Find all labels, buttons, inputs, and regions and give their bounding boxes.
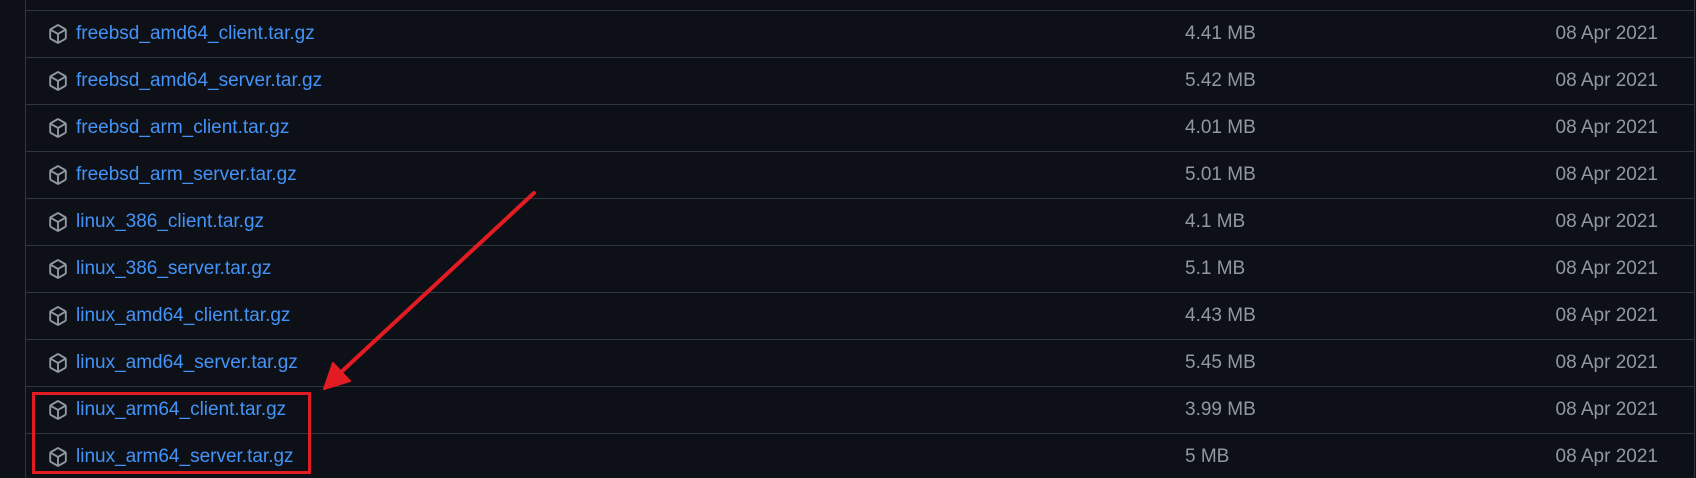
asset-size: 5.1 MB [1185,258,1246,279]
asset-row: freebsd_amd64_client.tar.gz 4.41 MB 08 A… [26,10,1695,57]
package-icon [49,353,67,373]
asset-size: 5 MB [1185,446,1230,467]
asset-size: 3.99 MB [1185,399,1256,420]
asset-row: freebsd_arm_client.tar.gz 4.01 MB 08 Apr… [26,104,1695,151]
package-icon [49,118,67,138]
asset-download-link[interactable]: linux_amd64_server.tar.gz [76,352,298,374]
asset-row: linux_amd64_server.tar.gz 5.45 MB 08 Apr… [26,339,1695,386]
asset-download-link[interactable]: freebsd_arm_server.tar.gz [76,164,297,186]
package-icon [49,212,67,232]
asset-date: 08 Apr 2021 [1555,23,1658,44]
asset-download-link[interactable]: linux_386_client.tar.gz [76,211,264,233]
asset-date: 08 Apr 2021 [1555,211,1658,232]
asset-download-link[interactable]: freebsd_amd64_server.tar.gz [76,70,322,92]
asset-download-link[interactable]: linux_arm64_server.tar.gz [76,446,294,468]
asset-size: 4.1 MB [1185,211,1246,232]
asset-date: 08 Apr 2021 [1555,352,1658,373]
asset-size: 4.01 MB [1185,117,1256,138]
asset-size: 5.45 MB [1185,352,1256,373]
asset-download-link[interactable]: linux_arm64_client.tar.gz [76,399,286,421]
asset-row: linux_386_server.tar.gz 5.1 MB 08 Apr 20… [26,245,1695,292]
asset-download-link[interactable]: freebsd_arm_client.tar.gz [76,117,289,139]
asset-size: 4.43 MB [1185,305,1256,326]
package-icon [49,259,67,279]
asset-row: linux_arm64_client.tar.gz 3.99 MB 08 Apr… [26,386,1695,433]
asset-row: freebsd_arm_server.tar.gz 5.01 MB 08 Apr… [26,151,1695,198]
asset-row: linux_amd64_client.tar.gz 4.43 MB 08 Apr… [26,292,1695,339]
asset-date: 08 Apr 2021 [1555,70,1658,91]
asset-date: 08 Apr 2021 [1555,258,1658,279]
asset-date: 08 Apr 2021 [1555,164,1658,185]
package-icon [49,306,67,326]
package-icon [49,447,67,467]
asset-download-link[interactable]: freebsd_amd64_client.tar.gz [76,23,315,45]
asset-size: 5.42 MB [1185,70,1256,91]
asset-date: 08 Apr 2021 [1555,305,1658,326]
asset-date: 08 Apr 2021 [1555,399,1658,420]
package-icon [49,400,67,420]
asset-date: 08 Apr 2021 [1555,446,1658,467]
asset-size: 4.41 MB [1185,23,1256,44]
asset-row: linux_arm64_server.tar.gz 5 MB 08 Apr 20… [26,433,1695,478]
asset-download-link[interactable]: linux_amd64_client.tar.gz [76,305,290,327]
package-icon [49,24,67,44]
asset-download-link[interactable]: linux_386_server.tar.gz [76,258,271,280]
asset-size: 5.01 MB [1185,164,1256,185]
release-assets-page: freebsd_amd64_client.tar.gz 4.41 MB 08 A… [0,0,1696,478]
asset-row: linux_386_client.tar.gz 4.1 MB 08 Apr 20… [26,198,1695,245]
asset-date: 08 Apr 2021 [1555,117,1658,138]
asset-row: freebsd_amd64_server.tar.gz 5.42 MB 08 A… [26,57,1695,104]
package-icon [49,71,67,91]
package-icon [49,165,67,185]
